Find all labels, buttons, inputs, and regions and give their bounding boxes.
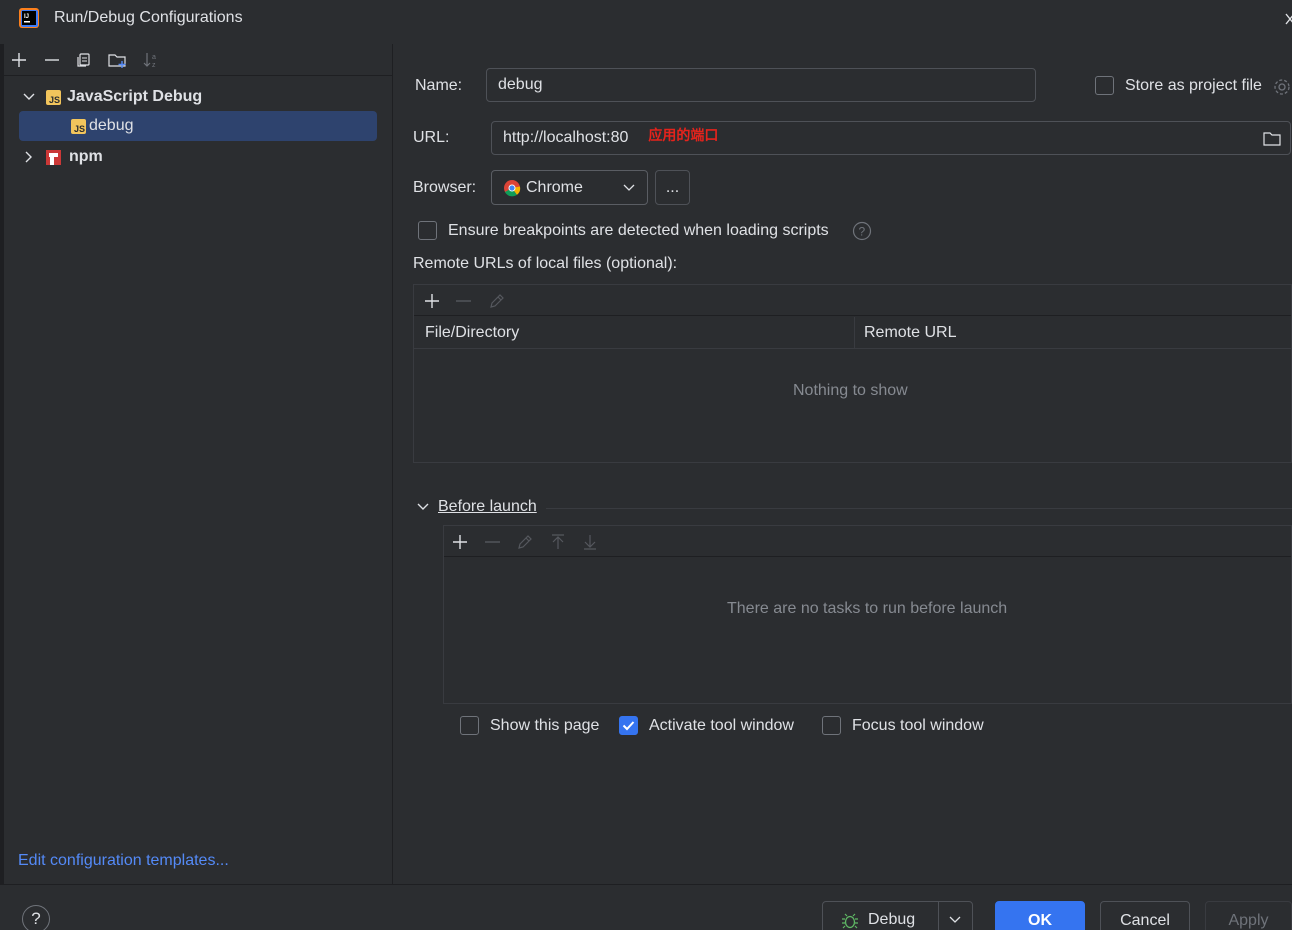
ensure-breakpoints-label: Ensure breakpoints are detected when loa… (448, 222, 829, 239)
name-value: debug (498, 76, 543, 93)
sort-icon[interactable]: az (141, 50, 161, 70)
move-down-icon (582, 533, 598, 551)
title-bar: IJ Run/Debug Configurations (0, 0, 1292, 40)
tree-group-label: npm (69, 148, 103, 165)
configurations-sidebar: az JS JavaScript Debug JS debug npm Edit… (4, 44, 393, 884)
empty-tasks-text: There are no tasks to run before launch (727, 600, 1008, 617)
remote-urls-toolbar (414, 285, 1291, 316)
remove-icon[interactable] (42, 50, 62, 70)
activate-tool-window-checkbox[interactable] (619, 716, 638, 735)
url-value: http://localhost:80 (503, 129, 629, 146)
name-field[interactable]: debug (486, 68, 1036, 102)
tree-item-debug[interactable]: JS debug (19, 111, 377, 141)
help-circle-icon[interactable]: ? (852, 221, 872, 241)
chrome-icon (504, 179, 521, 196)
add-icon[interactable] (452, 534, 468, 550)
column-file-directory[interactable]: File/Directory (425, 324, 519, 342)
javascript-icon: JS (71, 118, 86, 134)
svg-text:?: ? (859, 225, 866, 239)
tree-group-javascript-debug[interactable]: JS JavaScript Debug (22, 82, 382, 112)
url-field[interactable]: http://localhost:80 应用的端口 (491, 121, 1291, 155)
name-label: Name: (415, 77, 462, 95)
tree-item-label: debug (89, 117, 134, 134)
name-label-text: Name: (415, 77, 463, 94)
edit-templates-link[interactable]: Edit configuration templates... (18, 852, 229, 870)
ok-button[interactable]: OK (995, 901, 1085, 930)
cancel-button[interactable]: Cancel (1100, 901, 1190, 930)
close-icon[interactable] (1284, 10, 1292, 28)
show-page-label: Show this page (490, 717, 600, 734)
url-label: URL: (413, 129, 450, 146)
bug-icon (842, 913, 858, 929)
copy-icon[interactable] (74, 50, 94, 70)
move-up-icon (550, 533, 566, 551)
store-as-project-file-label: Store as project file (1125, 77, 1262, 94)
help-button[interactable]: ? (22, 905, 50, 930)
browser-value: Chrome (526, 178, 583, 196)
before-launch-panel: There are no tasks to run before launch (443, 525, 1292, 704)
tree-toolbar: az (4, 44, 393, 76)
tree-group-label: JavaScript Debug (67, 88, 203, 105)
svg-text:IJ: IJ (24, 14, 29, 20)
intellij-logo-icon: IJ (18, 7, 40, 29)
remove-icon (484, 534, 500, 550)
tree-group-npm[interactable]: npm (22, 142, 382, 172)
dialog-footer: ? Debug OK Cancel Apply (0, 884, 1292, 930)
debug-label: Debug (868, 911, 916, 928)
new-folder-icon[interactable] (108, 50, 128, 70)
browser-label: Browser: (413, 179, 477, 196)
chevron-down-icon[interactable] (949, 915, 961, 925)
javascript-icon: JS (46, 89, 61, 105)
remote-urls-label: Remote URLs of local files (optional): (413, 255, 678, 272)
focus-tool-window-checkbox[interactable] (822, 716, 841, 735)
svg-text:z: z (152, 62, 156, 69)
apply-button[interactable]: Apply (1205, 901, 1292, 930)
split-divider (938, 902, 939, 930)
checkmark-icon (622, 721, 635, 731)
ensure-breakpoints-checkbox[interactable] (418, 221, 437, 240)
url-annotation: 应用的端口 (648, 127, 719, 143)
focus-tool-window-label: Focus tool window (852, 717, 984, 734)
chevron-down-icon[interactable] (22, 90, 36, 104)
folder-icon[interactable] (1262, 130, 1282, 148)
remote-urls-table: File/Directory Remote URL Nothing to sho… (413, 284, 1292, 463)
add-icon[interactable] (9, 50, 29, 70)
add-icon[interactable] (424, 293, 440, 309)
browser-more-button[interactable]: ... (655, 170, 690, 205)
gear-icon[interactable] (1272, 77, 1292, 97)
debug-split-button[interactable]: Debug (822, 901, 973, 930)
chevron-down-icon (623, 184, 635, 191)
window-title: Run/Debug Configurations (54, 9, 243, 26)
column-remote-url[interactable]: Remote URL (864, 324, 956, 342)
edit-icon (488, 292, 506, 310)
empty-table-text: Nothing to show (793, 382, 908, 399)
separator (546, 508, 1292, 509)
column-divider (854, 317, 855, 349)
before-launch-title[interactable]: Before launch (438, 498, 537, 516)
edit-icon (516, 533, 534, 551)
before-launch-toolbar (444, 526, 1291, 557)
npm-icon (46, 149, 61, 165)
browser-select[interactable]: Chrome (491, 170, 648, 205)
table-header: File/Directory Remote URL (414, 317, 1291, 349)
remove-icon (455, 293, 471, 309)
svg-text:a: a (152, 54, 156, 61)
chevron-down-icon[interactable] (416, 500, 430, 514)
activate-tool-window-label: Activate tool window (649, 717, 794, 734)
show-page-checkbox[interactable] (460, 716, 479, 735)
store-as-project-file-checkbox[interactable] (1095, 76, 1114, 95)
chevron-right-icon[interactable] (22, 150, 36, 164)
